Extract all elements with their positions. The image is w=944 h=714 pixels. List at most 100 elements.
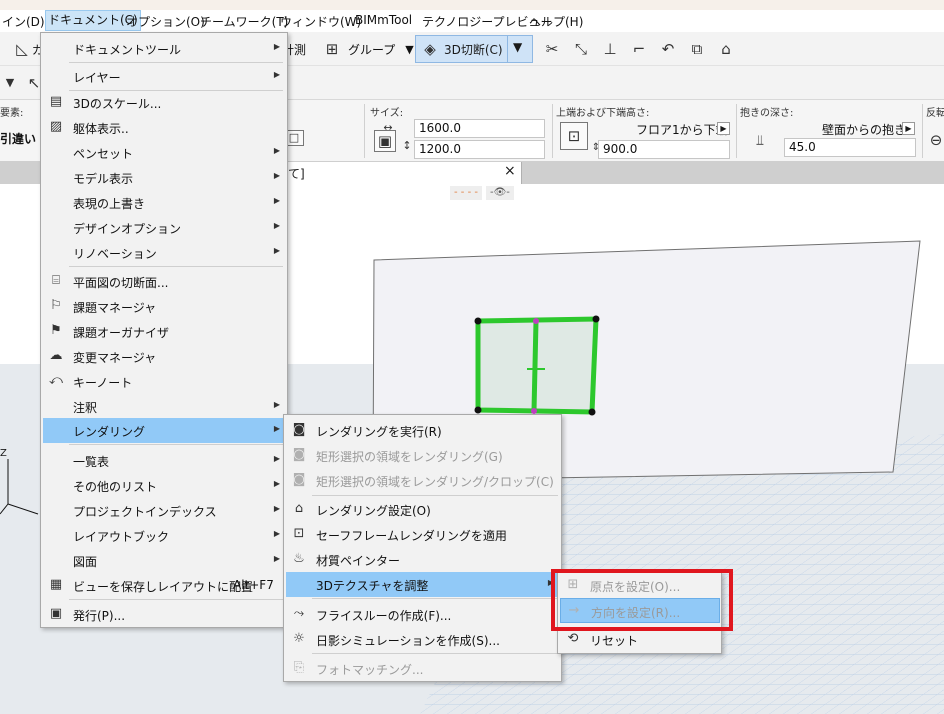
- flip-icon[interactable]: ⊖: [926, 130, 944, 150]
- resize-icon[interactable]: ⧉: [687, 39, 707, 59]
- element-value[interactable]: 引違い: [0, 130, 36, 147]
- reveal-depth-input[interactable]: 45.0: [784, 138, 916, 157]
- info-separator: [364, 104, 365, 158]
- menu-item-design-options[interactable]: デザインオプション ▶: [43, 215, 286, 240]
- toolbox-dropdown-icon[interactable]: ▼: [0, 73, 20, 93]
- menu-item-issue-organizer[interactable]: ⚑ 課題オーガナイザ: [43, 319, 286, 344]
- menu-item-annotation[interactable]: 注釈 ▶: [43, 394, 286, 419]
- menu-item-flythrough[interactable]: ⤳ フライスルーの作成(F)...: [286, 602, 560, 627]
- roof-icon[interactable]: ⌂: [716, 39, 736, 59]
- split-icon[interactable]: ✂: [542, 39, 562, 59]
- menu-options[interactable]: オプション(O): [126, 13, 205, 30]
- line-style-control[interactable]: - - - -: [450, 186, 482, 200]
- size-glyph-icon: ▣: [374, 130, 396, 152]
- reveal-mode-arrow-icon[interactable]: ▶: [902, 122, 915, 135]
- menu-item-change-manager[interactable]: ☁ 変更マネージャ: [43, 344, 286, 369]
- curve-icon[interactable]: ↶: [658, 39, 678, 59]
- submenu-arrow-icon: ▶: [273, 70, 280, 79]
- menu-item-rendering[interactable]: レンダリング ▶: [43, 418, 286, 443]
- menu-item-renovation[interactable]: リノベーション ▶: [43, 240, 286, 265]
- menu-item-label: その他のリスト: [73, 480, 158, 494]
- sill-anchor-arrow-icon[interactable]: ▶: [717, 122, 730, 135]
- sill-height-input[interactable]: 900.0: [598, 140, 730, 159]
- camera-rect-icon: ◙: [292, 447, 306, 462]
- sill-anchor-value[interactable]: フロア1から下端: [636, 121, 728, 138]
- menu-item-layers[interactable]: レイヤー ▶: [43, 64, 286, 89]
- menu-item-material-painter[interactable]: ♨ 材質ペインター: [286, 547, 560, 572]
- menu-item-label: 注釈: [73, 401, 98, 415]
- height-input[interactable]: 1200.0: [414, 140, 545, 159]
- publish-icon: ▣: [49, 606, 63, 621]
- close-icon[interactable]: ×: [504, 163, 516, 179]
- menu-item-label: セーフフレームレンダリングを適用: [316, 529, 507, 543]
- menu-item-render-marquee[interactable]: ◙ 矩形選択の領域をレンダリング(G): [286, 443, 560, 468]
- info-separator: [552, 104, 553, 158]
- group-dropdown-icon[interactable]: ▼: [405, 43, 413, 56]
- menu-item-save-view-place[interactable]: ▦ ビューを保存しレイアウトに配置 Alt+F7: [43, 573, 286, 598]
- rendering-submenu: ◙ レンダリングを実行(R) ◙ 矩形選択の領域をレンダリング(G) ◙ 矩形選択の領…: [283, 414, 562, 682]
- menu-item-other-lists[interactable]: その他のリスト ▶: [43, 473, 286, 498]
- shortcut-label: Alt+F7: [233, 578, 274, 592]
- menu-item-label: 課題マネージャ: [73, 301, 157, 315]
- menu-item-label: 矩形選択の領域をレンダリング/クロップ(C): [316, 475, 554, 489]
- callout-highlight-box: [551, 569, 733, 631]
- view-controls: - - - - -👁-: [450, 186, 514, 200]
- menu-window[interactable]: ウィンドウ(W): [280, 13, 361, 30]
- adjust-icon[interactable]: ⤡: [571, 39, 591, 59]
- menu-item-document-tools[interactable]: ドキュメントツール ▶: [43, 36, 286, 61]
- submenu-arrow-icon: ▶: [273, 196, 280, 205]
- window-object[interactable]: [474, 315, 600, 416]
- cut3d-button[interactable]: ◈ 3D切断(C) ▼: [415, 35, 533, 63]
- hatch-icon: ▨: [49, 119, 63, 134]
- group-button[interactable]: ⊞ グループ ▼: [322, 37, 414, 61]
- offset-icon[interactable]: ⊥: [600, 39, 620, 59]
- render-settings-icon: ⌂: [294, 501, 304, 516]
- submenu-arrow-icon: ▶: [273, 454, 280, 463]
- menu-item-schedules[interactable]: 一覧表 ▶: [43, 448, 286, 473]
- menu-item-3d-scale[interactable]: ▤ 3Dのスケール...: [43, 90, 286, 115]
- menu-item-render-marquee-crop[interactable]: ◙ 矩形選択の領域をレンダリング/クロップ(C): [286, 468, 560, 493]
- z-axis-label: Z: [0, 448, 7, 459]
- menu-teamwork[interactable]: チームワーク(T): [200, 13, 288, 30]
- menu-item-label: デザインオプション: [73, 222, 182, 236]
- menu-item-graphic-override[interactable]: 表現の上書き ▶: [43, 190, 286, 215]
- menu-item-adjust-3d-texture[interactable]: 3Dテクスチャを調整 ▶: [286, 572, 560, 597]
- menu-item-label: リノベーション: [73, 247, 157, 261]
- cut3d-dropdown-icon[interactable]: ▼: [513, 40, 522, 54]
- menu-item-safe-frame[interactable]: ⊡ セーフフレームレンダリングを適用: [286, 522, 560, 547]
- menu-item-issue-manager[interactable]: ⚐ 課題マネージャ: [43, 294, 286, 319]
- menu-separator: [69, 62, 283, 63]
- view-tab[interactable]: て] ×: [286, 162, 522, 184]
- ruler-icon: ◺: [16, 40, 28, 58]
- menu-item-floor-plan-cut[interactable]: ⌸ 平面図の切断面...: [43, 269, 286, 294]
- menu-item-model-view[interactable]: モデル表示 ▶: [43, 165, 286, 190]
- menu-item-label: レンダリングを実行(R): [316, 425, 442, 439]
- menu-item-keynote[interactable]: ⤺ キーノート: [43, 369, 286, 394]
- menu-item-render-run[interactable]: ◙ レンダリングを実行(R): [286, 418, 560, 443]
- menu-item-render-settings[interactable]: ⌂ レンダリング設定(O): [286, 497, 560, 522]
- flythrough-icon: ⤳: [293, 606, 305, 621]
- menu-item-label: 発行(P)...: [73, 609, 126, 623]
- safe-frame-icon: ⊡: [293, 526, 305, 541]
- menu-item-project-index[interactable]: プロジェクトインデックス ▶: [43, 498, 286, 523]
- painter-icon: ♨: [293, 551, 305, 566]
- sun-icon: ☼: [293, 631, 305, 646]
- menu-item-photo-matching[interactable]: ⎘ フォトマッチング...: [286, 656, 560, 681]
- menu-item-publish[interactable]: ▣ 発行(P)...: [43, 602, 286, 627]
- menu-item-structure-display[interactable]: ▨ 躯体表示..: [43, 115, 286, 140]
- menu-item-label: 3Dのスケール...: [73, 97, 162, 111]
- width-input[interactable]: 1600.0: [414, 119, 545, 138]
- menu-item-label: 3Dテクスチャを調整: [316, 579, 429, 593]
- eye-icon[interactable]: -👁-: [485, 186, 514, 200]
- group-label: グループ: [348, 42, 396, 57]
- menu-bimmtool[interactable]: BIMmTool: [355, 13, 412, 27]
- menu-item-pen-set[interactable]: ペンセット ▶: [43, 140, 286, 165]
- menu-item-sun-study[interactable]: ☼ 日影シミュレーションを作成(S)...: [286, 627, 560, 652]
- menu-item-drawings[interactable]: 図面 ▶: [43, 548, 286, 573]
- menu-item-layout-book[interactable]: レイアウトブック ▶: [43, 523, 286, 548]
- reveal-mode-value[interactable]: 壁面からの抱き: [822, 121, 906, 138]
- fillet-icon[interactable]: ⌐: [629, 39, 649, 59]
- menu-design[interactable]: イン(D): [2, 13, 45, 30]
- menu-help[interactable]: ヘルプ(H): [529, 13, 583, 30]
- view-tab-label: て]: [288, 167, 305, 181]
